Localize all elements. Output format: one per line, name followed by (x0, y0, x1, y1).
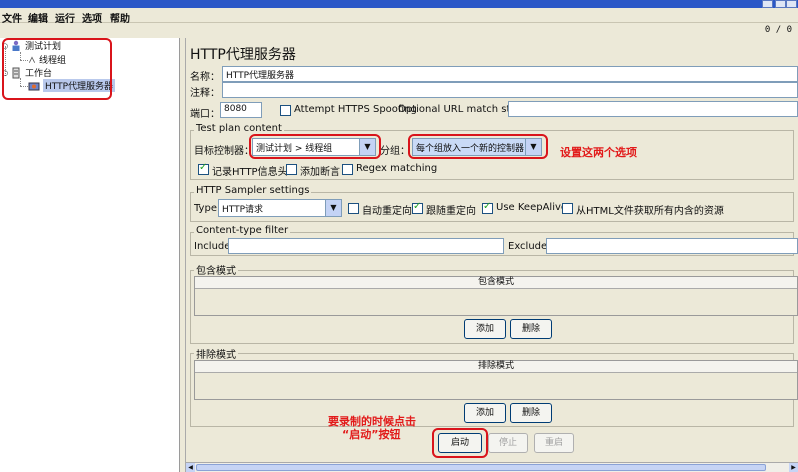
auto-redirect-label: 自动重定向 (362, 206, 412, 217)
keepalive-checkbox[interactable] (482, 201, 493, 214)
page-title: HTTP代理服务器 (190, 47, 296, 63)
sampler-type-label: Type: (194, 203, 221, 214)
comment-label: 注释： (190, 88, 220, 99)
regex-matching-checkbox[interactable] (342, 164, 353, 175)
test-plan-content-legend: Test plan content (194, 123, 284, 134)
exclude-delete-button[interactable]: 删除 (510, 403, 552, 423)
exclude-patterns-table[interactable]: 排除模式 (194, 360, 798, 400)
target-controller-label: 目标控制器： (194, 146, 254, 157)
add-assertions-label: 添加断言 (300, 167, 340, 178)
scrollbar-thumb[interactable] (196, 464, 766, 471)
follow-redirect-label: 跟随重定向 (426, 206, 476, 217)
sampler-type-select[interactable]: HTTP请求 ▼ (218, 199, 342, 217)
embedded-resources-label: 从HTML文件获取所有内含的资源 (576, 206, 724, 217)
name-input[interactable]: HTTP代理服务器 (222, 66, 798, 82)
port-label: 端口： (190, 109, 220, 120)
exclude-add-button[interactable]: 添加 (464, 403, 506, 423)
name-label: 名称： (190, 72, 220, 83)
embedded-resources-checkbox[interactable] (562, 203, 573, 214)
include-patterns-header: 包含模式 (195, 277, 797, 289)
test-plan-tree: ○ 测试计划 线程组 ○ 工作台 HTTP代理服务器 (0, 38, 180, 472)
dropdown-arrow-icon[interactable]: ▼ (325, 200, 341, 216)
maximize-button[interactable] (775, 0, 786, 8)
error-counter: 0 / 0 (764, 25, 792, 35)
scroll-left-icon[interactable]: ◀ (186, 463, 195, 472)
record-headers-label: 记录HTTP信息头 (212, 167, 288, 178)
include-add-button[interactable]: 添加 (464, 319, 506, 339)
annotation-box-target (249, 134, 381, 159)
scroll-right-icon[interactable]: ▶ (789, 463, 798, 472)
comment-input[interactable] (222, 82, 798, 98)
annotation-box-grouping (408, 134, 548, 159)
horizontal-scrollbar[interactable]: ◀ ▶ (186, 462, 798, 472)
include-delete-button[interactable]: 删除 (510, 319, 552, 339)
sampler-type-value: HTTP请求 (222, 205, 264, 215)
exclude-filter-input[interactable] (546, 238, 798, 254)
include-patterns-table[interactable]: 包含模式 (194, 276, 798, 316)
url-match-input[interactable] (508, 101, 798, 117)
proxy-settings-panel: HTTP代理服务器 名称： HTTP代理服务器 注释： 端口： 8080 Att… (186, 38, 798, 472)
annotation-box-start (432, 428, 488, 458)
http-sampler-settings-legend: HTTP Sampler settings (194, 185, 312, 196)
record-headers-checkbox[interactable] (198, 162, 209, 175)
status-strip: 0 / 0 (0, 23, 798, 38)
add-assertions-checkbox[interactable] (286, 164, 297, 175)
exclude-patterns-legend: 排除模式 (194, 346, 238, 361)
auto-redirect-checkbox[interactable] (348, 203, 359, 214)
annotation-box-tree (2, 38, 112, 100)
content-type-filter-legend: Content-type filter (194, 225, 291, 236)
annotation-record-line2: “启动”按钮 (342, 428, 401, 441)
window-title-bar (0, 0, 798, 8)
minimize-button[interactable] (762, 0, 773, 8)
exclude-filter-label: Exclude: (508, 241, 551, 252)
annotation-set-options: 设置这两个选项 (560, 146, 637, 159)
https-spoofing-checkbox[interactable] (280, 105, 291, 116)
port-input[interactable]: 8080 (220, 102, 262, 118)
include-filter-input[interactable] (228, 238, 504, 254)
exclude-patterns-header: 排除模式 (195, 361, 797, 373)
stop-button[interactable]: 停止 (488, 433, 528, 453)
keepalive-label: Use KeepAlive (496, 202, 568, 213)
restart-button[interactable]: 重启 (534, 433, 574, 453)
grouping-label: 分组： (380, 146, 410, 157)
regex-matching-label: Regex matching (356, 163, 438, 174)
menu-bar: 文件 编辑 运行 选项 帮助 (0, 8, 798, 25)
follow-redirect-checkbox[interactable] (412, 201, 423, 214)
include-patterns-legend: 包含模式 (194, 262, 238, 277)
close-button[interactable] (786, 0, 797, 8)
